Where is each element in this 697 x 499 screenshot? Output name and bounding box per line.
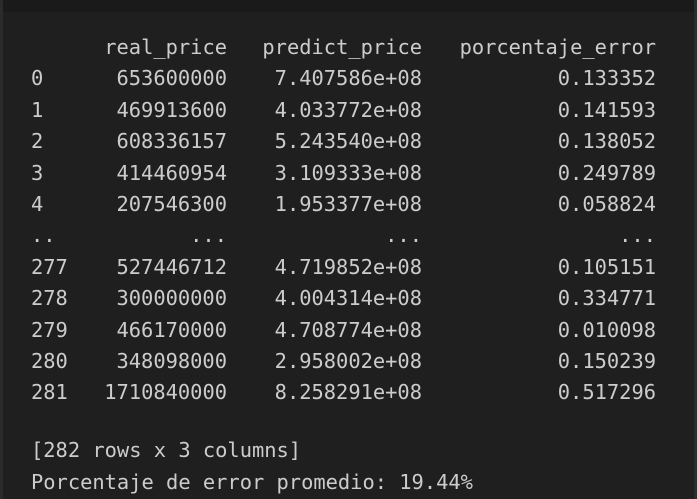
cell-predict-price: 4.708774e+08 <box>274 317 422 342</box>
cell-predict-price: ... <box>385 223 422 248</box>
cell-real-price: 466170000 <box>116 317 228 342</box>
cell-porcentaje-error: 0.105151 <box>557 254 656 279</box>
cell-index: 2 <box>31 129 44 154</box>
cell-index: 1 <box>31 97 44 122</box>
cell-porcentaje-error: 0.058824 <box>557 192 656 217</box>
cell-index: .. <box>31 223 56 248</box>
table-row: ........... <box>31 220 656 251</box>
dataframe-table: real_price predict_price porcentaje_erro… <box>31 32 656 409</box>
cell-predict-price: 4.033772e+08 <box>274 97 422 122</box>
cell-porcentaje-error: 0.138052 <box>557 129 656 154</box>
cell-predict-price: 8.258291e+08 <box>274 380 422 405</box>
table-row: 280 348098000 2.958002e+08 0.150239 <box>31 346 656 377</box>
table-row: 278 300000000 4.004314e+08 0.334771 <box>31 283 656 314</box>
cell-predict-price: 7.407586e+08 <box>274 66 422 91</box>
output-panel: real_price predict_price porcentaje_erro… <box>0 0 697 499</box>
cell-porcentaje-error: ... <box>619 223 656 248</box>
header-real-price: real_price <box>104 35 227 59</box>
cell-index: 3 <box>31 160 44 185</box>
table-row: 279 466170000 4.708774e+08 0.010098 <box>31 315 656 346</box>
table-row: 0 653600000 7.407586e+08 0.133352 <box>31 63 656 94</box>
cell-real-price: 207546300 <box>116 192 228 217</box>
output-top-strip <box>3 0 694 12</box>
cell-porcentaje-error: 0.010098 <box>557 317 656 342</box>
cell-index: 4 <box>31 192 44 217</box>
cell-real-price: 527446712 <box>116 254 228 279</box>
cell-predict-price: 1.953377e+08 <box>274 192 422 217</box>
cell-index: 0 <box>31 66 44 91</box>
table-row: 277 527446712 4.719852e+08 0.105151 <box>31 252 656 283</box>
mean-error-line: Porcentaje de error promedio: 19.44% <box>31 470 473 494</box>
cell-index: 279 <box>31 317 68 342</box>
cell-porcentaje-error: 0.517296 <box>557 380 656 405</box>
cell-real-price: 608336157 <box>116 129 228 154</box>
cell-real-price: 414460954 <box>116 160 228 185</box>
table-row: 1 469913600 4.033772e+08 0.141593 <box>31 95 656 126</box>
cell-index: 280 <box>31 349 68 374</box>
header-index <box>31 32 91 63</box>
table-row: 2 608336157 5.243540e+08 0.138052 <box>31 126 656 157</box>
cell-porcentaje-error: 0.133352 <box>557 66 656 91</box>
table-row: 281 1710840000 8.258291e+08 0.517296 <box>31 377 656 408</box>
cell-predict-price: 2.958002e+08 <box>274 349 422 374</box>
table-row: 3 414460954 3.109333e+08 0.249789 <box>31 158 656 189</box>
table-row: 4 207546300 1.953377e+08 0.058824 <box>31 189 656 220</box>
cell-index: 277 <box>31 254 68 279</box>
cell-predict-price: 5.243540e+08 <box>274 129 422 154</box>
cell-porcentaje-error: 0.150239 <box>557 349 656 374</box>
cell-real-price: 300000000 <box>116 286 228 311</box>
cell-real-price: 348098000 <box>116 349 228 374</box>
cell-porcentaje-error: 0.249789 <box>557 160 656 185</box>
cell-predict-price: 3.109333e+08 <box>274 160 422 185</box>
cell-index: 281 <box>31 380 68 405</box>
cell-index: 278 <box>31 286 68 311</box>
cell-porcentaje-error: 0.334771 <box>557 286 656 311</box>
cell-real-price: 1710840000 <box>104 380 227 405</box>
header-predict-price: predict_price <box>262 35 422 59</box>
cell-predict-price: 4.004314e+08 <box>274 286 422 311</box>
cell-real-price: 653600000 <box>116 66 228 91</box>
table-header-row: real_price predict_price porcentaje_erro… <box>31 32 656 63</box>
dataframe-shape: [282 rows x 3 columns] <box>31 438 302 462</box>
table-body: 0 653600000 7.407586e+08 0.133352 1 469913600… <box>31 63 656 408</box>
cell-real-price: ... <box>190 223 227 248</box>
header-porcentaje-error: porcentaje_error <box>459 35 656 59</box>
cell-real-price: 469913600 <box>116 97 228 122</box>
cell-porcentaje-error: 0.141593 <box>557 97 656 122</box>
cell-predict-price: 4.719852e+08 <box>274 254 422 279</box>
